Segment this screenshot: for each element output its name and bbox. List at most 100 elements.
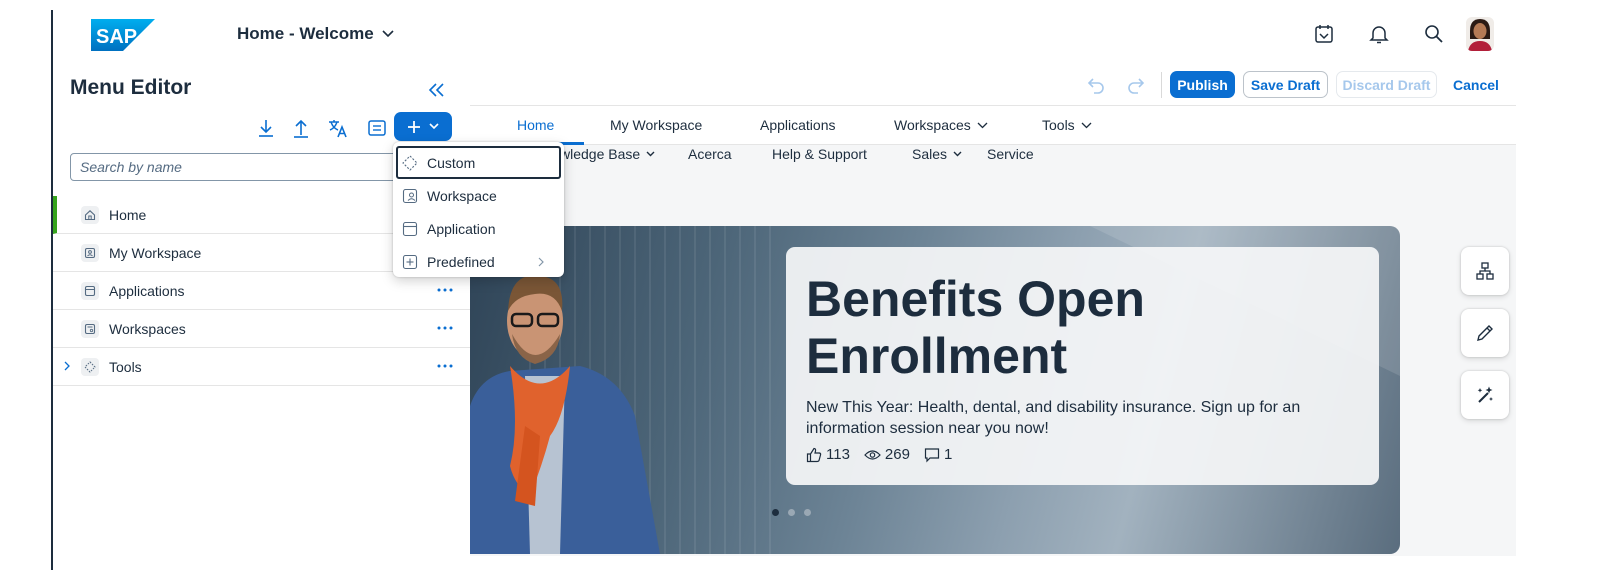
menu-item-workspace[interactable]: Workspace <box>396 179 561 212</box>
ai-sparkle-icon <box>1477 386 1493 403</box>
nav-sub-label: Help & Support <box>772 146 867 162</box>
views-stat: 269 <box>864 446 910 463</box>
more-options-icon[interactable] <box>436 361 454 371</box>
custom-icon <box>81 358 99 376</box>
more-options-icon[interactable] <box>436 285 454 295</box>
chevron-down-icon <box>646 151 655 157</box>
menu-item-label: Custom <box>427 154 476 171</box>
nav-sub-service[interactable]: Service <box>987 146 1034 162</box>
hero-banner: Benefits Open Enrollment New This Year: … <box>470 226 1400 554</box>
nav-sub-sales[interactable]: Sales <box>912 146 962 162</box>
nav-sub-knowledge-base[interactable]: wledge Base <box>560 146 655 162</box>
carousel-dot[interactable] <box>804 509 811 516</box>
carousel-indicator <box>772 509 811 516</box>
menu-editor-title: Menu Editor <box>70 76 192 99</box>
collapse-panel-icon[interactable] <box>425 78 449 102</box>
cancel-button[interactable]: Cancel <box>1445 71 1507 98</box>
menu-item-label: Workspace <box>427 187 497 204</box>
nav-tab-label: Home <box>517 117 555 133</box>
tree-item-label: Workspaces <box>109 320 186 337</box>
redo-icon[interactable] <box>1125 74 1147 96</box>
chevron-down-icon <box>953 151 962 157</box>
nav-tab-tools[interactable]: Tools <box>1042 117 1092 133</box>
carousel-dot[interactable] <box>788 509 795 516</box>
views-count: 269 <box>884 446 910 463</box>
notification-tray-icon[interactable] <box>1313 23 1335 45</box>
nav-sub-label: Service <box>987 146 1034 162</box>
eye-icon <box>864 449 881 460</box>
likes-stat[interactable]: 113 <box>806 446 850 463</box>
publish-button[interactable]: Publish <box>1170 71 1235 98</box>
hierarchy-button[interactable] <box>1461 247 1509 295</box>
edit-icon <box>1477 325 1493 341</box>
hierarchy-icon <box>1476 262 1494 280</box>
save-draft-button[interactable]: Save Draft <box>1243 71 1328 98</box>
workspace-icon <box>402 188 418 203</box>
toolbar-separator <box>1161 72 1162 98</box>
tree-item-label: Home <box>109 206 147 223</box>
tree-item-workspaces[interactable]: Workspaces <box>53 310 470 348</box>
menu-item-application[interactable]: Application <box>396 212 561 245</box>
discard-draft-button[interactable]: Discard Draft <box>1336 71 1437 98</box>
add-menu-item-button[interactable] <box>394 112 452 141</box>
menu-list-icon[interactable] <box>366 117 388 139</box>
download-icon[interactable] <box>255 117 277 139</box>
user-avatar[interactable] <box>1466 17 1494 51</box>
chevron-down-icon <box>977 122 988 128</box>
tree-item-label: Applications <box>109 282 185 299</box>
sap-logo[interactable]: SAP <box>91 19 155 51</box>
add-box-icon <box>402 254 418 269</box>
menu-item-predefined[interactable]: Predefined <box>396 245 561 278</box>
nav-tab-applications[interactable]: Applications <box>760 117 836 133</box>
chevron-right-icon[interactable] <box>62 360 72 372</box>
menu-item-custom[interactable]: Custom <box>396 146 561 179</box>
carousel-dot[interactable] <box>772 509 779 516</box>
sub-navigation: wledge Base Acerca Help & Support Sales … <box>470 145 1516 173</box>
logo-text: SAP <box>96 26 137 48</box>
search-icon[interactable] <box>1423 23 1445 45</box>
tree-item-tools[interactable]: Tools <box>53 348 470 386</box>
nav-tab-home[interactable]: Home <box>517 117 554 133</box>
nav-tab-label: Applications <box>760 117 836 133</box>
banner-stats: 113 269 1 <box>806 446 952 463</box>
upload-icon[interactable] <box>290 117 312 139</box>
comments-count: 1 <box>943 446 953 463</box>
comment-icon <box>924 447 940 462</box>
application-icon <box>402 221 418 236</box>
workspace-icon <box>81 244 99 262</box>
bell-icon[interactable] <box>1368 23 1390 45</box>
chevron-right-icon <box>538 257 544 266</box>
editor-toolbar: Publish Save Draft Discard Draft Cancel <box>470 64 1516 106</box>
app-title-menu[interactable]: Home - Welcome <box>237 24 394 44</box>
nav-sub-label: Acerca <box>688 146 732 162</box>
nav-tab-workspaces[interactable]: Workspaces <box>894 117 988 133</box>
add-icon <box>408 120 420 133</box>
comments-stat[interactable]: 1 <box>924 446 952 463</box>
nav-tab-my-workspace[interactable]: My Workspace <box>610 117 702 133</box>
nav-sub-help-support[interactable]: Help & Support <box>772 146 867 162</box>
top-navigation: Home My Workspace Applications Workspace… <box>470 105 1516 145</box>
thumbs-up-icon <box>806 447 822 462</box>
nav-tab-label: My Workspace <box>610 117 703 133</box>
shell-bar: SAP Home - Welcome <box>53 0 1600 64</box>
application-icon <box>81 282 99 300</box>
tree-item-label: My Workspace <box>109 244 202 261</box>
banner-description: New This Year: Health, dental, and disab… <box>806 399 1301 437</box>
menu-item-label: Application <box>427 220 496 237</box>
menu-item-label: Predefined <box>427 253 495 270</box>
undo-icon[interactable] <box>1085 74 1107 96</box>
banner-card[interactable]: Benefits Open Enrollment New This Year: … <box>786 247 1379 485</box>
translate-icon[interactable] <box>327 117 349 139</box>
nav-tab-label: Tools <box>1042 117 1075 133</box>
chevron-down-icon <box>1081 122 1092 128</box>
more-options-icon[interactable] <box>436 323 454 333</box>
edit-button[interactable] <box>1461 309 1509 357</box>
custom-icon <box>402 154 418 171</box>
tree-item-label: Tools <box>109 358 142 375</box>
nav-sub-acerca[interactable]: Acerca <box>688 146 732 162</box>
menu-editor-panel: Menu Editor Home My Workspace <box>53 64 470 564</box>
ai-assist-button[interactable] <box>1461 371 1509 419</box>
workspaces-icon <box>81 320 99 338</box>
nav-sub-label: wledge Base <box>560 146 641 162</box>
nav-tab-label: Workspaces <box>894 117 971 133</box>
